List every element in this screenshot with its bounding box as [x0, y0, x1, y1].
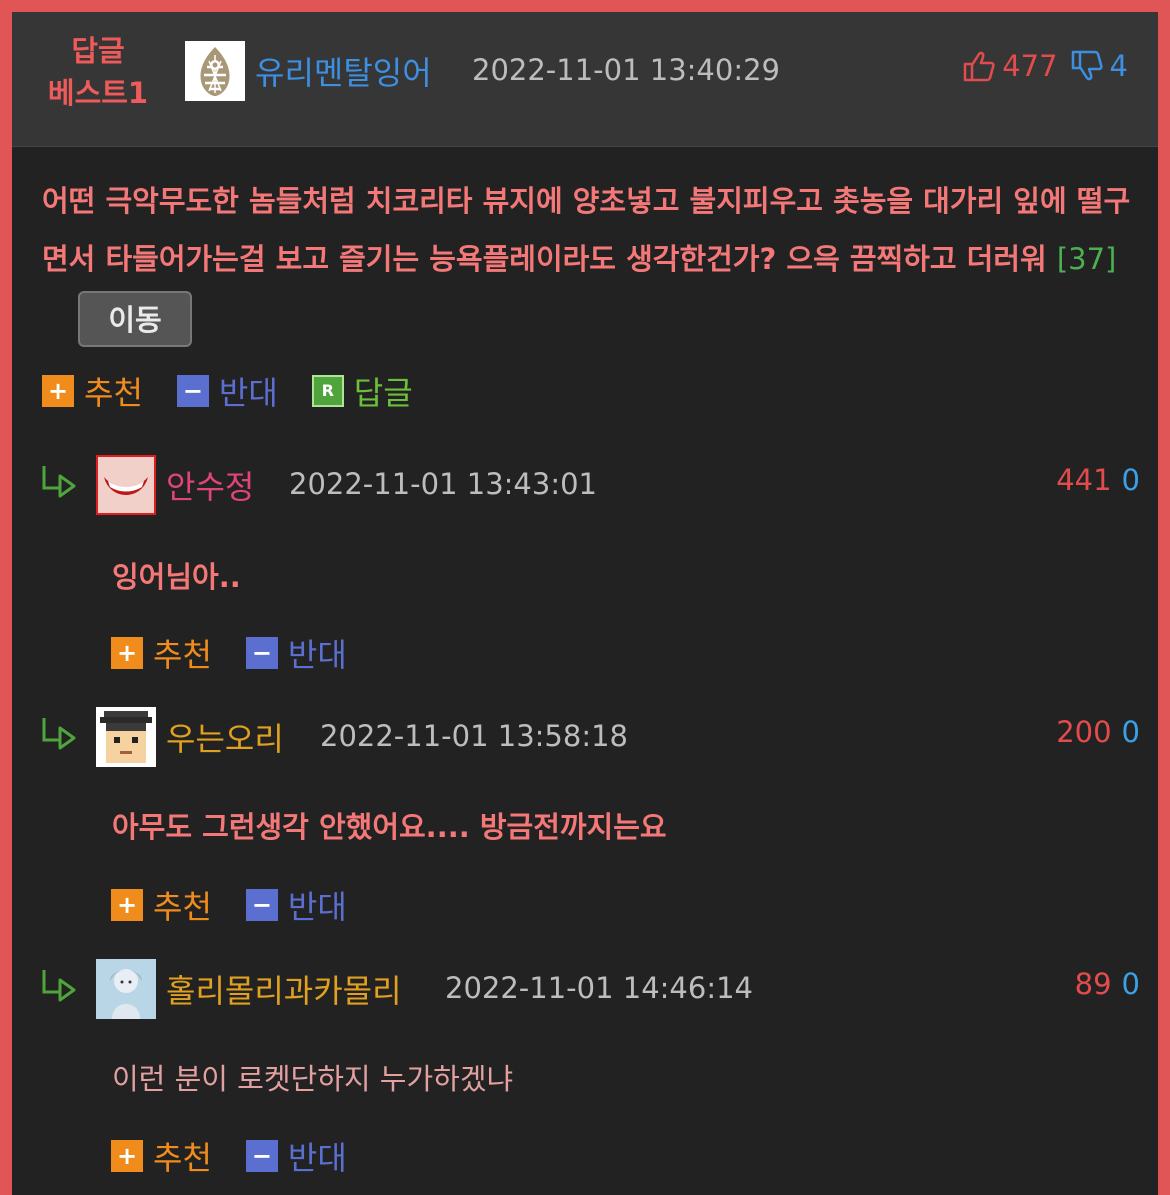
downvote-count: 0 [1121, 967, 1140, 1001]
reply-vote-counts: 441 0 [1056, 463, 1140, 497]
smile-avatar-icon [98, 457, 154, 513]
best-comment-header: 답글 베스트1 유리멘탈잉어 2022-11-01 13:40:29 477 4 [12, 12, 1158, 147]
reply-button[interactable]: R 답글 [311, 368, 413, 414]
oppose-label: 반대 [287, 636, 347, 674]
reply-arrow-icon [42, 718, 76, 750]
reply-text: 아무도 그런생각 안했어요.... 방금전까지는요 [112, 810, 667, 844]
avatar[interactable] [96, 455, 156, 515]
comment-datetime: 2022-11-01 14:46:14 [445, 971, 753, 1005]
recommend-button[interactable]: + 추천 [111, 1133, 212, 1179]
oppose-label: 반대 [218, 374, 278, 412]
reply-r-icon: R [311, 375, 344, 407]
plus-icon: + [111, 637, 143, 669]
avatar[interactable] [96, 707, 156, 767]
author-name[interactable]: 우는오리 [166, 714, 284, 760]
reply-actions: + 추천 − 반대 [111, 882, 347, 928]
reply-arrow-icon [42, 970, 76, 1002]
upvote-count: 477 [1002, 49, 1058, 83]
oppose-button[interactable]: − 반대 [245, 882, 347, 928]
comment-panel: 답글 베스트1 유리멘탈잉어 2022-11-01 13:40:29 477 4 [12, 12, 1158, 1195]
best-reply-badge: 답글 베스트1 [38, 30, 158, 114]
reply-actions: + 추천 − 반대 [111, 1133, 347, 1179]
comment-text: 어떤 극악무도한 놈들처럼 치코리타 뷰지에 양초넣고 불지피우고 촛농을 대가… [42, 184, 1131, 276]
oppose-button[interactable]: − 반대 [245, 630, 347, 676]
reply-arrow-icon [42, 466, 76, 498]
plus-icon: + [111, 889, 143, 921]
pixel-character-avatar-icon [96, 707, 156, 767]
reply-vote-counts: 200 0 [1056, 715, 1140, 749]
upvote-count: 441 [1056, 463, 1112, 497]
recommend-label: 추천 [153, 888, 212, 926]
downvote-count: 0 [1121, 463, 1140, 497]
recommend-button[interactable]: + 추천 [42, 368, 143, 414]
oppose-label: 반대 [287, 1139, 347, 1177]
plus-icon: + [42, 375, 74, 407]
minus-icon: − [245, 889, 278, 921]
recommend-label: 추천 [153, 636, 212, 674]
reply-vote-counts: 89 0 [1075, 967, 1140, 1001]
upvote-count: 89 [1074, 967, 1112, 1001]
avatar[interactable] [185, 41, 245, 101]
author-name[interactable]: 유리멘탈잉어 [255, 48, 432, 94]
comment-datetime: 2022-11-01 13:58:18 [320, 719, 628, 753]
recommend-label: 추천 [84, 374, 143, 412]
author-name[interactable]: 안수정 [166, 462, 254, 508]
reply-label: 답글 [353, 374, 413, 412]
oppose-label: 반대 [287, 888, 347, 926]
anime-character-avatar-icon [96, 959, 156, 1019]
avatar[interactable] [96, 959, 156, 1019]
badge-line2: 베스트1 [47, 76, 149, 110]
badge-line1: 답글 [71, 34, 125, 68]
upvote-count: 200 [1056, 715, 1112, 749]
oppose-button[interactable]: − 반대 [176, 368, 278, 414]
reply-text: 잉어님아.. [112, 560, 241, 594]
reply-count[interactable]: [37] [1057, 242, 1117, 276]
downvote-count: 4 [1109, 49, 1128, 83]
reply-actions: + 추천 − 반대 [111, 630, 347, 676]
best-comment-body: 어떤 극악무도한 놈들처럼 치코리타 뷰지에 양초넣고 불지피우고 촛농을 대가… [42, 172, 1152, 347]
recommend-label: 추천 [153, 1139, 212, 1177]
minus-icon: − [245, 637, 278, 669]
downvote-count: 0 [1121, 715, 1140, 749]
recommend-button[interactable]: + 추천 [111, 630, 212, 676]
comment-datetime: 2022-11-01 13:43:01 [289, 467, 597, 501]
minus-icon: − [245, 1140, 278, 1172]
oppose-button[interactable]: − 반대 [245, 1133, 347, 1179]
thumbs-up-icon[interactable] [962, 50, 996, 82]
pinecone-avatar-icon [185, 41, 245, 101]
move-button[interactable]: 이동 [78, 291, 192, 347]
comment-datetime: 2022-11-01 13:40:29 [472, 53, 780, 87]
thumbs-down-icon[interactable] [1070, 50, 1104, 82]
plus-icon: + [111, 1140, 143, 1172]
best-comment-actions: + 추천 − 반대 R 답글 [42, 368, 413, 414]
reply-text: 이런 분이 로켓단하지 누가하겠냐 [112, 1062, 514, 1096]
vote-counts: 477 4 [962, 49, 1128, 83]
recommend-button[interactable]: + 추천 [111, 882, 212, 928]
author-name[interactable]: 홀리몰리과카몰리 [166, 966, 402, 1012]
minus-icon: − [176, 375, 209, 407]
